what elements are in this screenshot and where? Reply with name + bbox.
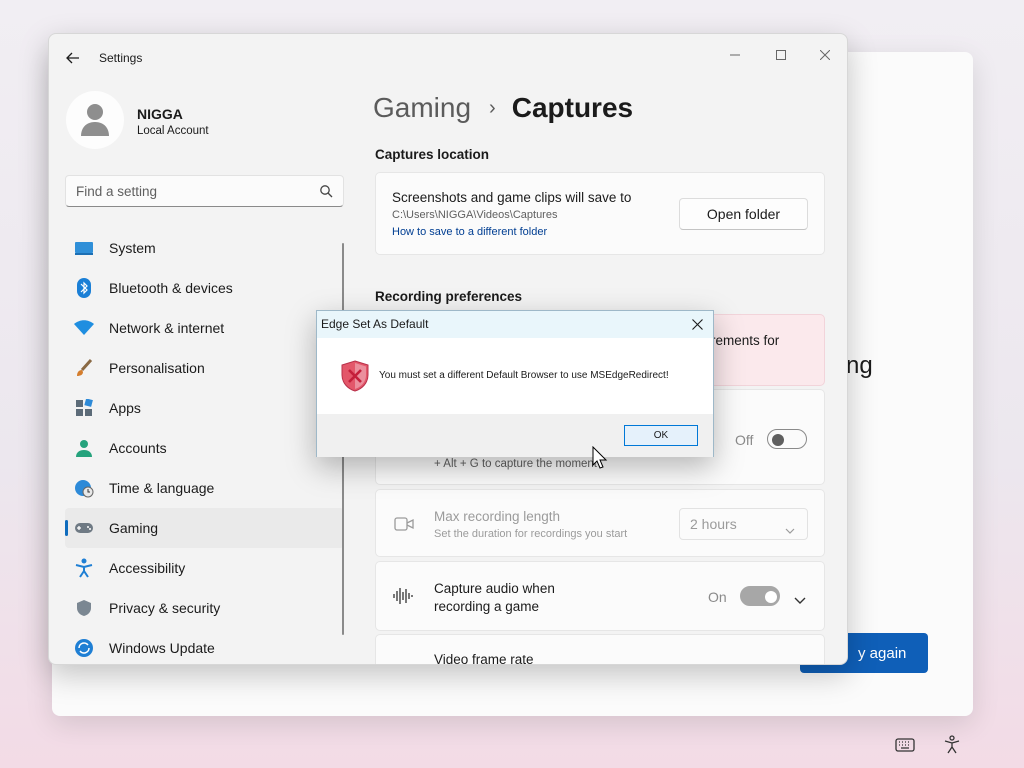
sidebar-item-network[interactable]: Network & internet [65, 308, 344, 348]
minimize-icon[interactable] [712, 40, 758, 70]
captures-location-title: Screenshots and game clips will save to [392, 190, 632, 205]
search-input[interactable]: Find a setting [65, 175, 344, 207]
dialog-title: Edge Set As Default [321, 317, 429, 331]
search-placeholder: Find a setting [76, 184, 158, 199]
sidebar-item-label: Apps [109, 400, 141, 416]
active-indicator [65, 520, 68, 536]
sidebar-item-label: System [109, 240, 156, 256]
sidebar-item-system[interactable]: System [65, 228, 344, 268]
sidebar-item-time-language[interactable]: Time & language [65, 468, 344, 508]
search-icon[interactable] [319, 184, 333, 198]
sidebar-item-gaming[interactable]: Gaming [65, 508, 344, 548]
dialog-footer: OK [317, 414, 713, 457]
capture-audio-toggle-state: On [708, 589, 727, 605]
accessibility-tray-icon[interactable] [941, 735, 963, 755]
monitor-icon [74, 238, 94, 258]
sidebar-item-label: Gaming [109, 520, 159, 536]
close-icon[interactable] [689, 316, 705, 332]
gamepad-icon [74, 518, 94, 538]
keyboard-icon[interactable] [894, 735, 916, 755]
sidebar-item-privacy[interactable]: Privacy & security [65, 588, 344, 628]
audio-waveform-icon [392, 587, 414, 610]
sidebar-item-label: Personalisation [109, 360, 205, 376]
video-frame-rate-card: Video frame rate [375, 634, 825, 665]
max-recording-length-select[interactable]: 2 hours [679, 508, 808, 540]
avatar[interactable] [66, 91, 124, 149]
globe-clock-icon [74, 478, 94, 498]
record-shortcut-text: + Alt + G to capture the moment [434, 458, 598, 470]
person-icon [74, 438, 94, 458]
apps-icon [74, 398, 94, 418]
breadcrumb: Gaming › Captures [373, 92, 633, 124]
mouse-cursor-icon [592, 445, 608, 470]
close-icon[interactable] [802, 40, 847, 70]
max-recording-length-card: Max recording length Set the duration fo… [375, 489, 825, 557]
sidebar-item-label: Windows Update [109, 640, 215, 656]
sidebar-item-accessibility[interactable]: Accessibility [65, 548, 344, 588]
capture-audio-toggle[interactable] [740, 586, 780, 606]
dialog-titlebar: Edge Set As Default [317, 311, 713, 338]
sidebar-item-label: Privacy & security [109, 600, 221, 616]
accessibility-icon [74, 558, 94, 578]
record-what-happened-toggle[interactable] [767, 429, 807, 449]
captures-path: C:\Users\NIGGA\Videos\Captures [392, 209, 558, 221]
capture-audio-title-line1: Capture audio when [434, 581, 555, 596]
titlebar: Settings [49, 34, 847, 82]
video-camera-icon [394, 516, 414, 537]
video-frame-rate-title: Video frame rate [434, 652, 534, 665]
update-icon [74, 638, 94, 658]
chevron-down-icon[interactable] [794, 592, 806, 610]
ok-button[interactable]: OK [624, 425, 698, 446]
sidebar-item-label: Accounts [109, 440, 167, 456]
brush-icon [74, 358, 94, 378]
section-heading-captures-location: Captures location [375, 147, 490, 162]
back-arrow-icon[interactable] [62, 48, 84, 68]
sidebar-item-label: Time & language [109, 480, 215, 496]
different-folder-link[interactable]: How to save to a different folder [392, 226, 547, 238]
requirements-warning-text: rements for [711, 333, 780, 348]
error-shield-icon [340, 360, 370, 392]
record-toggle-state: Off [735, 432, 754, 448]
capture-audio-title-line2: recording a game [434, 599, 540, 614]
max-recording-length-subtitle: Set the duration for recordings you star… [434, 528, 628, 540]
sidebar-item-windows-update[interactable]: Windows Update [65, 628, 344, 664]
dialog-message: You must set a different Default Browser… [379, 370, 669, 381]
sidebar-item-label: Accessibility [109, 560, 186, 576]
sidebar-item-bluetooth[interactable]: Bluetooth & devices [65, 268, 344, 308]
sidebar-item-personalisation[interactable]: Personalisation [65, 348, 344, 388]
page-title: Captures [511, 92, 634, 123]
sidebar-item-apps[interactable]: Apps [65, 388, 344, 428]
max-recording-length-title: Max recording length [434, 509, 561, 524]
open-folder-button[interactable]: Open folder [679, 198, 808, 230]
section-heading-recording-preferences: Recording preferences [375, 289, 523, 304]
shield-icon [74, 598, 94, 618]
app-title: Settings [99, 51, 143, 65]
background-heading-fragment: ng [846, 352, 873, 379]
wifi-icon [74, 318, 94, 338]
maximize-icon[interactable] [758, 40, 804, 70]
breadcrumb-separator: › [489, 96, 496, 119]
sidebar-item-accounts[interactable]: Accounts [65, 428, 344, 468]
captures-location-card: Screenshots and game clips will save to … [375, 172, 825, 255]
sidebar-item-label: Network & internet [109, 320, 225, 336]
sidebar-item-label: Bluetooth & devices [109, 280, 233, 296]
profile-name: NIGGA [137, 106, 183, 122]
capture-audio-card: Capture audio when recording a game On [375, 561, 825, 631]
sidebar-nav: System Bluetooth & devices Network & int… [65, 228, 344, 664]
select-value: 2 hours [690, 516, 737, 532]
edge-default-dialog: Edge Set As Default You must set a diffe… [316, 310, 714, 457]
bluetooth-icon [74, 278, 94, 298]
breadcrumb-parent[interactable]: Gaming [373, 92, 471, 124]
profile-account-type: Local Account [137, 125, 209, 137]
chevron-down-icon [785, 521, 795, 537]
